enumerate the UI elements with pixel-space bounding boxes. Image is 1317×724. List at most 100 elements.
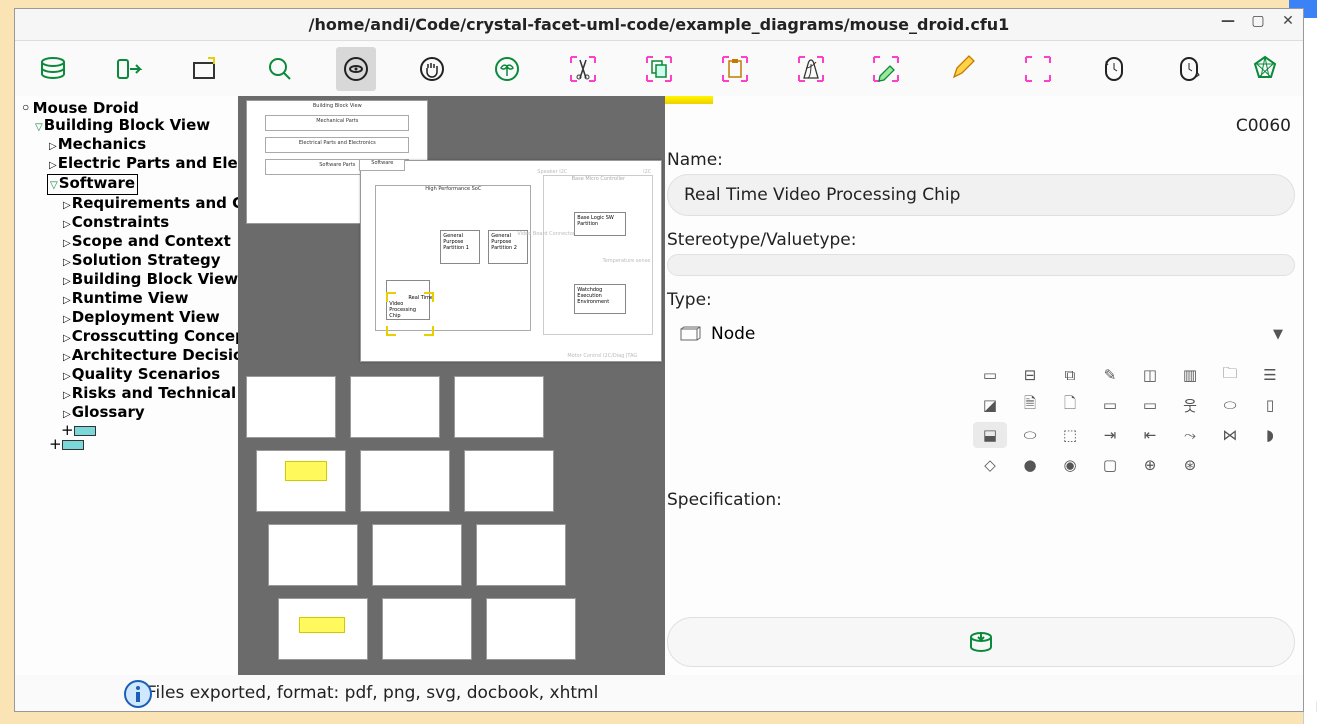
current-diagram[interactable]: Software High Performance SoC Real Time … — [360, 160, 662, 362]
palette-item[interactable]: ▭ — [973, 362, 1007, 388]
redo-icon[interactable] — [1169, 47, 1209, 91]
tree-item-software[interactable]: Software — [59, 174, 135, 192]
palette-item[interactable]: 🗎 — [1013, 392, 1047, 418]
palette-item[interactable]: ⇥ — [1093, 422, 1127, 448]
plant-icon[interactable] — [488, 47, 528, 91]
child-thumb[interactable] — [256, 450, 346, 512]
content-area: Mouse Droid Building Block View Mechanic… — [15, 96, 1303, 675]
tree-child[interactable]: Building Block View — [72, 270, 238, 288]
tree-child[interactable]: Runtime View — [72, 289, 189, 307]
new-window-icon[interactable] — [185, 47, 225, 91]
palette-item[interactable]: ◪ — [973, 392, 1007, 418]
palette-item[interactable]: ▥ — [1173, 362, 1207, 388]
maximize-button[interactable]: ▢ — [1249, 13, 1267, 29]
undo-icon[interactable] — [1094, 47, 1134, 91]
toolbar — [15, 41, 1303, 96]
tree-child[interactable]: Architecture Decisions — [72, 346, 239, 364]
palette-item[interactable]: ⬭ — [1213, 392, 1247, 418]
palette-item[interactable]: ▭ — [1133, 392, 1167, 418]
hand-icon[interactable] — [412, 47, 452, 91]
palette-item[interactable]: ● — [1013, 452, 1047, 478]
properties-panel: C0060 Name: Real Time Video Processing C… — [665, 96, 1303, 675]
delete-icon[interactable] — [791, 47, 831, 91]
name-label: Name: — [667, 150, 1295, 170]
child-thumb[interactable] — [464, 450, 554, 512]
tree-child[interactable]: Deployment View — [72, 308, 220, 326]
window-title: /home/andi/Code/crystal-facet-uml-code/e… — [309, 15, 1010, 34]
tree-child[interactable]: Solution Strategy — [72, 251, 221, 269]
palette-item[interactable]: ▯ — [1253, 392, 1287, 418]
tree-add-sibling[interactable]: + — [49, 437, 236, 451]
palette-item[interactable]: ◉ — [1053, 452, 1087, 478]
palette-item[interactable]: ⬭ — [1013, 422, 1047, 448]
child-thumb[interactable] — [372, 524, 462, 586]
palette-item[interactable]: ▭ — [1093, 392, 1127, 418]
tree-child[interactable]: Scope and Context — [72, 232, 231, 250]
child-thumb[interactable] — [476, 524, 566, 586]
palette-item[interactable]: ✎ — [1093, 362, 1127, 388]
child-thumb[interactable] — [454, 376, 544, 438]
commit-button[interactable] — [667, 617, 1295, 667]
tree-child[interactable]: Quality Scenarios — [72, 365, 220, 383]
child-thumb[interactable] — [486, 598, 576, 660]
palette-item[interactable]: 웃 — [1173, 392, 1207, 418]
paste-icon[interactable] — [715, 47, 755, 91]
cut-icon[interactable] — [563, 47, 603, 91]
selection-indicator — [665, 96, 713, 104]
view-icon[interactable] — [336, 47, 376, 91]
save-db-icon — [967, 628, 995, 656]
tree-l1-building-block[interactable]: Building Block View — [44, 116, 210, 134]
tree-child[interactable]: Risks and Technical Debts — [72, 384, 239, 402]
tree-root[interactable]: Mouse Droid — [21, 100, 236, 117]
close-button[interactable]: ✕ — [1279, 13, 1297, 29]
child-thumb[interactable] — [350, 376, 440, 438]
edit-icon[interactable] — [942, 47, 982, 91]
node-gp1[interactable]: General Purpose Partition 1 — [440, 230, 480, 264]
palette-item[interactable]: ⊛ — [1173, 452, 1207, 478]
palette-item[interactable]: ☰ — [1253, 362, 1287, 388]
child-thumb[interactable] — [246, 376, 336, 438]
palette-item[interactable]: 🗀 — [1213, 362, 1247, 388]
db-icon[interactable] — [33, 47, 73, 91]
highlight-icon[interactable] — [866, 47, 906, 91]
node-baselogic[interactable]: Base Logic SW Partition — [574, 212, 626, 236]
palette-item[interactable]: 🗋 — [1053, 392, 1087, 418]
diagram-canvas[interactable]: Building Block View Mechanical Parts Ele… — [238, 96, 665, 675]
palette-item[interactable]: ◗ — [1253, 422, 1287, 448]
palette-item[interactable]: ⬚ — [1053, 422, 1087, 448]
child-thumb[interactable] — [382, 598, 472, 660]
child-thumb[interactable] — [278, 598, 368, 660]
chevron-down-icon: ▼ — [1273, 327, 1283, 342]
palette-item[interactable]: ⤳ — [1173, 422, 1207, 448]
palette-item[interactable]: ▢ — [1093, 452, 1127, 478]
stereotype-input[interactable] — [667, 254, 1295, 276]
tree-child[interactable]: Constraints — [72, 213, 170, 231]
palette-item[interactable]: ⋈ — [1213, 422, 1247, 448]
palette-item[interactable]: ⇤ — [1133, 422, 1167, 448]
reset-selection-icon[interactable] — [1018, 47, 1058, 91]
type-dropdown[interactable]: Node ▼ — [667, 314, 1295, 354]
minimize-button[interactable]: — — [1219, 13, 1237, 29]
copy-icon[interactable] — [639, 47, 679, 91]
name-input[interactable]: Real Time Video Processing Chip — [667, 174, 1295, 216]
node-rt-chip[interactable]: Real Time Video Processing Chip — [386, 280, 430, 320]
tree-child[interactable]: Glossary — [72, 403, 145, 421]
child-thumb[interactable] — [268, 524, 358, 586]
palette-item-node[interactable]: ⬓ — [973, 422, 1007, 448]
export-icon[interactable] — [109, 47, 149, 91]
palette-item[interactable]: ◫ — [1133, 362, 1167, 388]
tree-item-electric[interactable]: Electric Parts and Electronics — [58, 154, 239, 172]
child-thumb[interactable] — [360, 450, 450, 512]
tree-child[interactable]: Requirements and Goals — [72, 194, 239, 212]
palette-item[interactable]: ⊕ — [1133, 452, 1167, 478]
node-watchdog[interactable]: Watchdog Execution Environment — [574, 284, 626, 314]
palette-item[interactable]: ◇ — [973, 452, 1007, 478]
tree-item-mechanics[interactable]: Mechanics — [58, 135, 146, 153]
search-icon[interactable] — [260, 47, 300, 91]
tree-child[interactable]: Crosscutting Concepts — [72, 327, 239, 345]
palette-item[interactable]: ⧉ — [1053, 362, 1087, 388]
about-icon[interactable] — [1245, 47, 1285, 91]
tree-add-child[interactable]: + — [61, 423, 236, 437]
specification-label: Specification: — [667, 490, 1295, 510]
palette-item[interactable]: ⊟ — [1013, 362, 1047, 388]
